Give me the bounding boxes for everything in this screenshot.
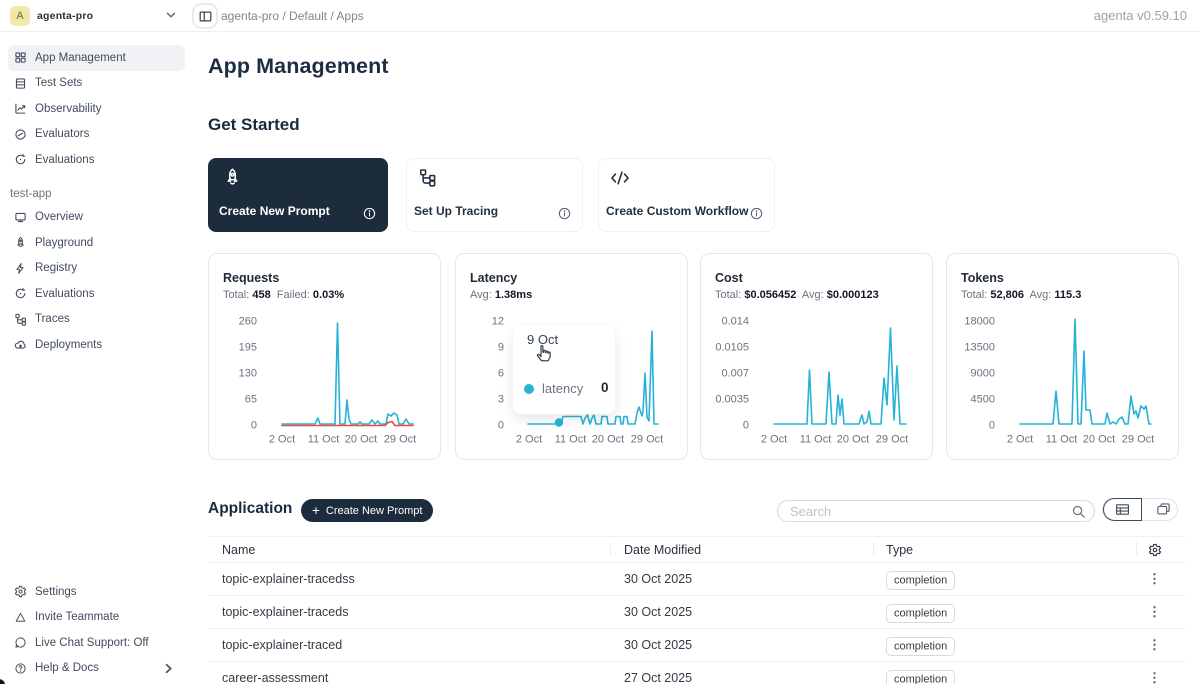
svg-text:0: 0 (251, 420, 257, 432)
svg-text:11 Oct: 11 Oct (555, 434, 587, 446)
svg-text:4500: 4500 (971, 394, 995, 406)
svg-text:20 Oct: 20 Oct (1083, 434, 1115, 446)
svg-text:0: 0 (989, 420, 995, 432)
svg-text:2 Oct: 2 Oct (761, 434, 787, 446)
svg-text:0.007: 0.007 (721, 368, 749, 380)
svg-text:195: 195 (239, 342, 257, 354)
svg-text:0.0105: 0.0105 (715, 342, 749, 354)
svg-text:0.014: 0.014 (721, 316, 749, 328)
svg-text:0.0035: 0.0035 (715, 394, 749, 406)
svg-text:12: 12 (492, 316, 504, 328)
svg-text:6: 6 (498, 368, 504, 380)
svg-text:260: 260 (239, 316, 257, 328)
svg-text:20 Oct: 20 Oct (592, 434, 624, 446)
svg-text:9: 9 (498, 342, 504, 354)
svg-text:18000: 18000 (964, 316, 995, 328)
svg-text:3: 3 (498, 394, 504, 406)
svg-text:9000: 9000 (971, 368, 995, 380)
svg-text:11 Oct: 11 Oct (308, 434, 340, 446)
svg-text:2 Oct: 2 Oct (516, 434, 542, 446)
svg-text:20 Oct: 20 Oct (345, 434, 377, 446)
svg-text:2 Oct: 2 Oct (269, 434, 295, 446)
svg-text:0: 0 (743, 420, 749, 432)
svg-text:65: 65 (245, 394, 257, 406)
svg-text:2 Oct: 2 Oct (1007, 434, 1033, 446)
svg-text:29 Oct: 29 Oct (631, 434, 663, 446)
svg-text:130: 130 (239, 368, 257, 380)
svg-text:29 Oct: 29 Oct (876, 434, 908, 446)
svg-text:20 Oct: 20 Oct (837, 434, 869, 446)
svg-text:13500: 13500 (964, 342, 995, 354)
svg-text:11 Oct: 11 Oct (800, 434, 832, 446)
svg-text:29 Oct: 29 Oct (384, 434, 416, 446)
svg-text:29 Oct: 29 Oct (1122, 434, 1154, 446)
svg-text:0: 0 (498, 420, 504, 432)
svg-text:11 Oct: 11 Oct (1046, 434, 1078, 446)
